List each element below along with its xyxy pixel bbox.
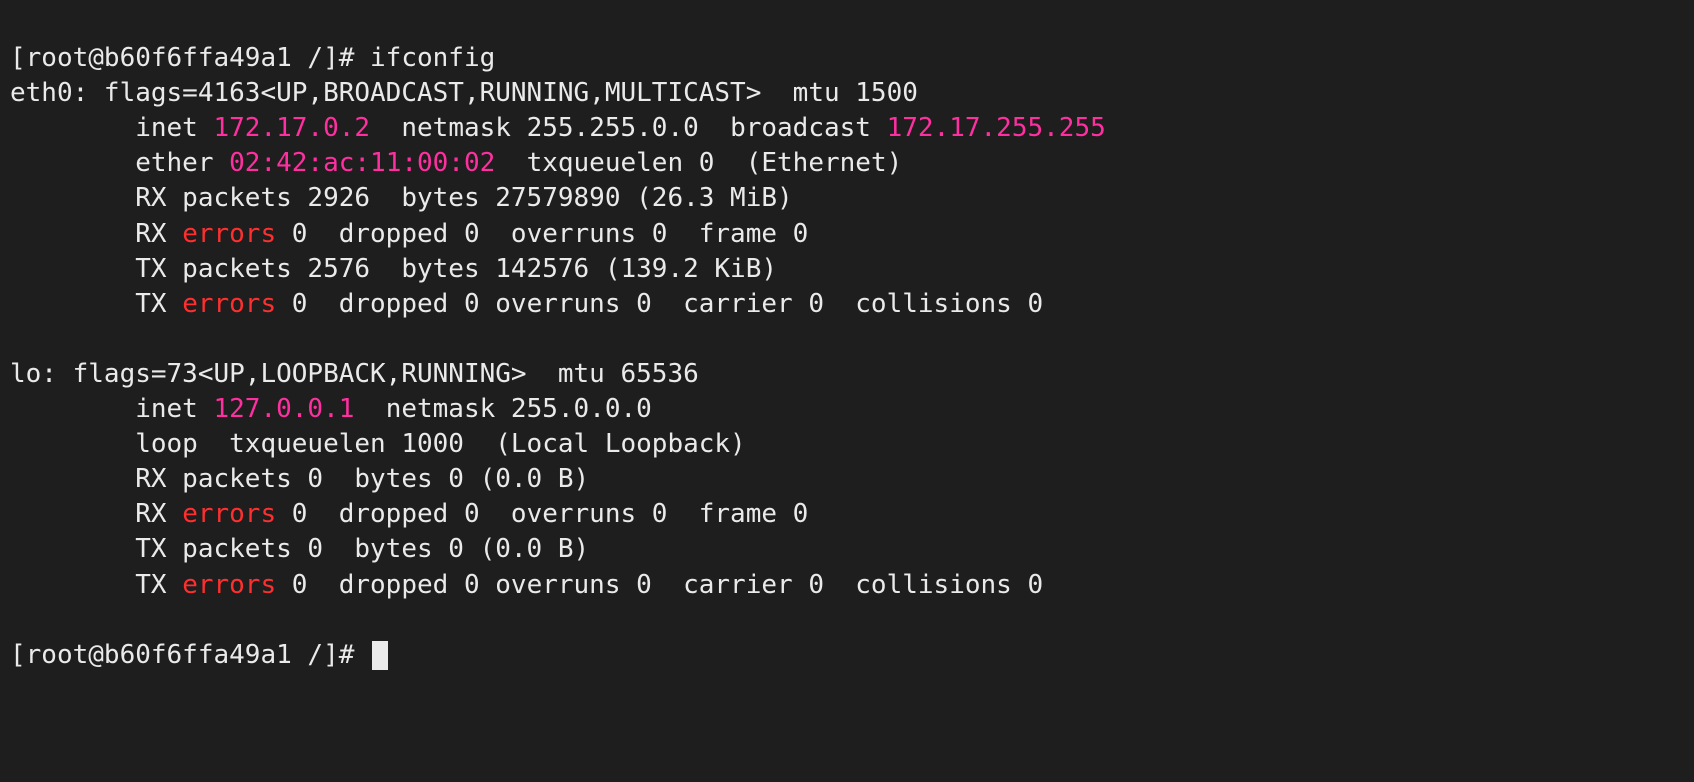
- eth0-tx-packets: TX packets 2576 bytes 142576 (139.2 KiB): [10, 254, 777, 284]
- prompt-line-2[interactable]: [root@b60f6ffa49a1 /]#: [10, 640, 388, 670]
- eth0-tx-err-word: errors: [182, 289, 276, 319]
- lo-tx-packets: TX packets 0 bytes 0 (0.0 B): [10, 534, 589, 564]
- lo-rx-err-word: errors: [182, 499, 276, 529]
- eth0-broadcast: 172.17.255.255: [887, 113, 1106, 143]
- lo-loop-line: loop txqueuelen 1000 (Local Loopback): [10, 429, 746, 459]
- eth0-ether-prefix: ether: [10, 148, 229, 178]
- prompt-line: [root@b60f6ffa49a1 /]# ifconfig: [10, 43, 495, 73]
- cursor-icon: [372, 641, 388, 670]
- lo-rx-err-rest: 0 dropped 0 overruns 0 frame 0: [276, 499, 808, 529]
- eth0-ether-line: ether 02:42:ac:11:00:02 txqueuelen 0 (Et…: [10, 148, 902, 178]
- prompt: [root@b60f6ffa49a1 /]#: [10, 43, 370, 73]
- eth0-tx-errors-line: TX errors 0 dropped 0 overruns 0 carrier…: [10, 289, 1043, 319]
- lo-inet-prefix: inet: [10, 394, 214, 424]
- eth0-tx-err-prefix: TX: [10, 289, 182, 319]
- eth0-rx-packets: RX packets 2926 bytes 27579890 (26.3 MiB…: [10, 183, 793, 213]
- lo-tx-errors-line: TX errors 0 dropped 0 overruns 0 carrier…: [10, 570, 1043, 600]
- lo-inet-line: inet 127.0.0.1 netmask 255.0.0.0: [10, 394, 652, 424]
- lo-rx-packets: RX packets 0 bytes 0 (0.0 B): [10, 464, 589, 494]
- lo-rx-err-prefix: RX: [10, 499, 182, 529]
- lo-inet-rest: netmask 255.0.0.0: [354, 394, 651, 424]
- eth0-rx-err-prefix: RX: [10, 219, 182, 249]
- eth0-rx-err-word: errors: [182, 219, 276, 249]
- lo-inet-addr: 127.0.0.1: [214, 394, 355, 424]
- lo-tx-err-word: errors: [182, 570, 276, 600]
- eth0-rx-err-rest: 0 dropped 0 overruns 0 frame 0: [276, 219, 808, 249]
- prompt-2: [root@b60f6ffa49a1 /]#: [10, 640, 370, 670]
- eth0-inet-addr: 172.17.0.2: [214, 113, 371, 143]
- lo-rx-errors-line: RX errors 0 dropped 0 overruns 0 frame 0: [10, 499, 808, 529]
- eth0-ether-rest: txqueuelen 0 (Ethernet): [495, 148, 902, 178]
- eth0-inet-line: inet 172.17.0.2 netmask 255.255.0.0 broa…: [10, 113, 1106, 143]
- command: ifconfig: [370, 43, 495, 73]
- eth0-ether-addr: 02:42:ac:11:00:02: [229, 148, 495, 178]
- lo-flags-line: lo: flags=73<UP,LOOPBACK,RUNNING> mtu 65…: [10, 359, 699, 389]
- lo-tx-err-rest: 0 dropped 0 overruns 0 carrier 0 collisi…: [276, 570, 1043, 600]
- eth0-tx-err-rest: 0 dropped 0 overruns 0 carrier 0 collisi…: [276, 289, 1043, 319]
- eth0-inet-prefix: inet: [10, 113, 214, 143]
- eth0-rx-errors-line: RX errors 0 dropped 0 overruns 0 frame 0: [10, 219, 808, 249]
- eth0-inet-rest: netmask 255.255.0.0 broadcast: [370, 113, 887, 143]
- eth0-flags-line: eth0: flags=4163<UP,BROADCAST,RUNNING,MU…: [10, 78, 918, 108]
- lo-tx-err-prefix: TX: [10, 570, 182, 600]
- terminal-output[interactable]: [root@b60f6ffa49a1 /]# ifconfig eth0: fl…: [0, 0, 1694, 683]
